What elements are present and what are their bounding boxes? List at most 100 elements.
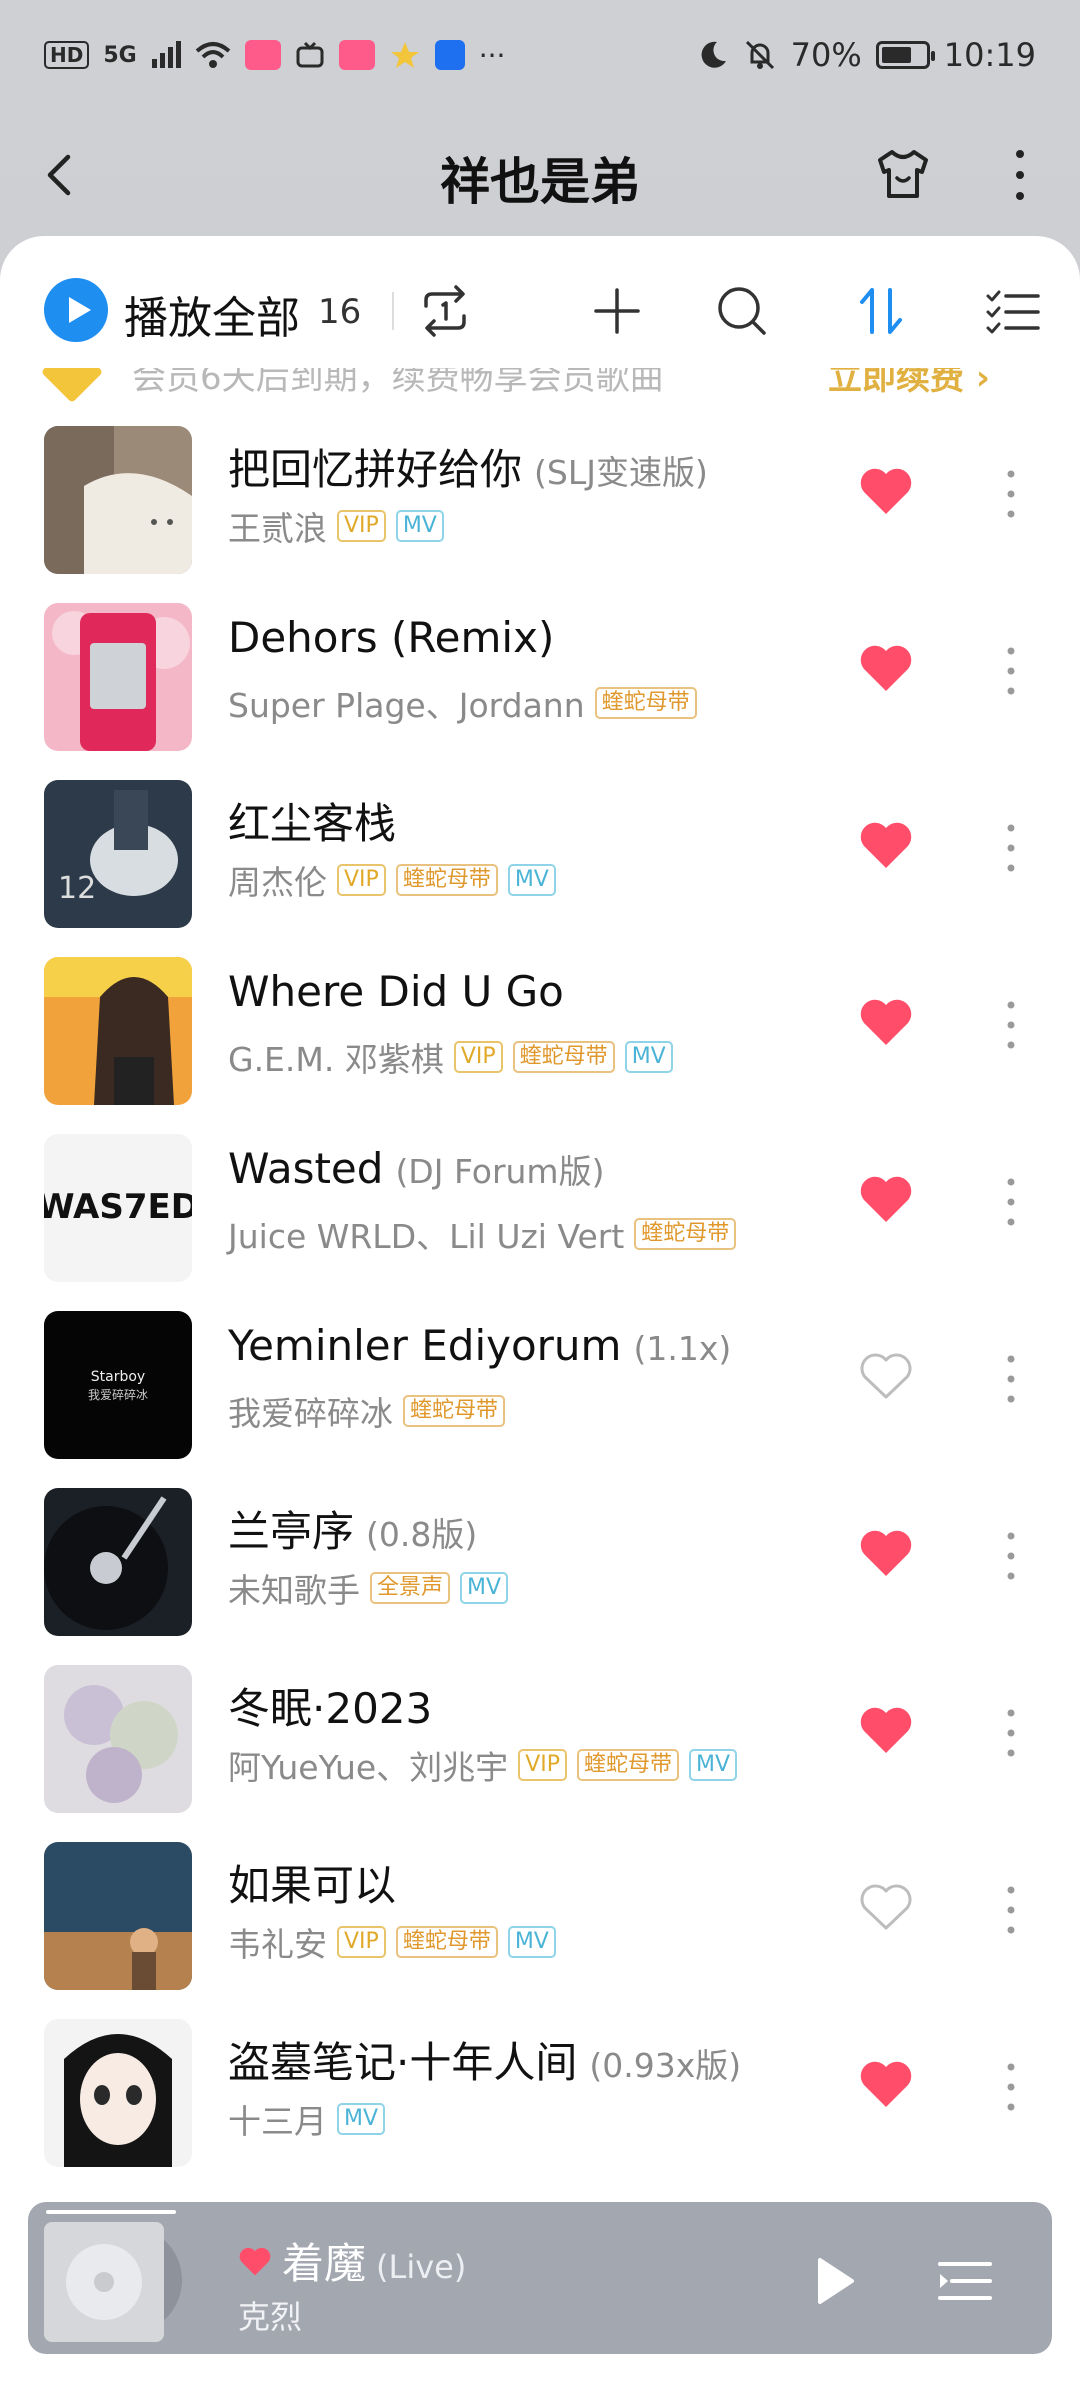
song-version: (1.1x) bbox=[633, 1329, 732, 1368]
song-count: 16 bbox=[318, 292, 362, 332]
song-title: Dehors (Remix) bbox=[228, 613, 555, 662]
song-row[interactable]: Starboy 我爱碎碎冰 Yeminler Ediyorum (1.1x) 我爱碎碎冰… bbox=[0, 1293, 1080, 1470]
liked-heart-icon[interactable] bbox=[858, 466, 914, 518]
song-cover-art[interactable] bbox=[44, 1842, 192, 1990]
play-all-button[interactable] bbox=[44, 278, 108, 342]
liked-heart-icon[interactable] bbox=[858, 1705, 914, 1757]
mv-badge[interactable]: MV bbox=[507, 864, 556, 896]
play-all-label[interactable]: 播放全部 bbox=[124, 282, 300, 346]
song-artist: 韦礼安 bbox=[228, 1925, 327, 1964]
status-bar: HD 5G ··· 70% 10:19 bbox=[0, 0, 1080, 110]
song-more-icon[interactable] bbox=[998, 1351, 1024, 1407]
heart-outline-icon[interactable] bbox=[858, 1351, 914, 1403]
cover-art-text: WAS7ED bbox=[44, 1187, 192, 1227]
status-right: 70% 10:19 bbox=[697, 36, 1036, 74]
skin-shirt-button[interactable] bbox=[870, 142, 936, 208]
song-cover-art[interactable] bbox=[44, 603, 192, 751]
song-title-line: 红尘客栈 bbox=[228, 790, 396, 851]
sort-icon[interactable] bbox=[846, 276, 916, 346]
song-cover-art[interactable] bbox=[44, 957, 192, 1105]
song-more-icon[interactable] bbox=[998, 997, 1024, 1053]
more-notifications-icon: ··· bbox=[478, 38, 506, 72]
song-more-icon[interactable] bbox=[998, 466, 1024, 522]
liked-heart-icon[interactable] bbox=[858, 2059, 914, 2111]
song-cover-art[interactable] bbox=[44, 426, 192, 574]
mv-badge[interactable]: MV bbox=[337, 2103, 386, 2135]
mini-title-line: 着魔 (Live) bbox=[238, 2230, 466, 2291]
play-queue-icon[interactable] bbox=[930, 2246, 1000, 2316]
song-cover-art[interactable] bbox=[44, 1488, 192, 1636]
repeat-mode-icon[interactable] bbox=[410, 276, 480, 346]
song-more-icon[interactable] bbox=[998, 643, 1024, 699]
song-title: Wasted bbox=[228, 1144, 384, 1193]
mv-badge[interactable]: MV bbox=[624, 1041, 673, 1073]
song-row[interactable]: Dehors (Remix) Super Plage、Jordann 蝰蛇母带 bbox=[0, 585, 1080, 762]
song-more-icon[interactable] bbox=[998, 820, 1024, 876]
song-cover-art[interactable]: WAS7ED bbox=[44, 1134, 192, 1282]
quality-badge: 蝰蛇母带 bbox=[577, 1749, 680, 1781]
search-icon[interactable] bbox=[707, 276, 777, 346]
song-artist: 阿YueYue、刘兆宇 bbox=[228, 1748, 509, 1787]
song-cover-art[interactable]: 12 bbox=[44, 780, 192, 928]
playlist-toolbar: 播放全部 16 bbox=[0, 236, 1080, 386]
mv-badge[interactable]: MV bbox=[689, 1749, 738, 1781]
song-title-line: 如果可以 bbox=[228, 1852, 396, 1913]
song-meta-line: Juice WRLD、Lil Uzi Vert 蝰蛇母带 bbox=[228, 1210, 737, 1258]
song-row[interactable]: Where Did U Go G.E.M. 邓紫棋 VIP 蝰蛇母带 MV bbox=[0, 939, 1080, 1116]
song-version: (0.8版) bbox=[366, 1515, 478, 1554]
liked-heart-icon[interactable] bbox=[238, 2246, 272, 2278]
quality-badge: 蝰蛇母带 bbox=[634, 1218, 737, 1250]
mini-cover-art[interactable] bbox=[44, 2222, 164, 2342]
song-version: (0.93x版) bbox=[589, 2046, 742, 2085]
vip-badge: VIP bbox=[337, 510, 386, 542]
song-artist: 我爱碎碎冰 bbox=[228, 1394, 393, 1433]
playlist-sheet: 播放全部 16 会员6天后到期，续费畅享会员歌曲 立即续费 › 把回忆拼好给你 … bbox=[0, 236, 1080, 2388]
song-title: Where Did U Go bbox=[228, 967, 564, 1016]
add-icon[interactable] bbox=[582, 276, 652, 346]
song-title: 兰亭序 bbox=[228, 1507, 355, 1556]
song-artist: 王贰浪 bbox=[228, 509, 327, 548]
app-notification-icon bbox=[244, 40, 281, 70]
song-row[interactable]: 如果可以 韦礼安 VIP 蝰蛇母带 MV bbox=[0, 1824, 1080, 2001]
toolbar-divider bbox=[392, 292, 394, 330]
song-row[interactable]: 盗墓笔记·十年人间 (0.93x版) 十三月 MV bbox=[0, 2001, 1080, 2178]
song-version: (DJ Forum版) bbox=[395, 1152, 605, 1191]
song-row[interactable]: WAS7ED Wasted (DJ Forum版) Juice WRLD、Lil Uz… bbox=[0, 1116, 1080, 1293]
song-more-icon[interactable] bbox=[998, 1174, 1024, 1230]
vip-diamond-icon bbox=[40, 368, 104, 404]
song-artist: Super Plage、Jordann bbox=[228, 686, 585, 725]
song-row[interactable]: 12 红尘客栈 周杰伦 VIP 蝰蛇母带 MV bbox=[0, 762, 1080, 939]
heart-outline-icon[interactable] bbox=[858, 1882, 914, 1934]
mv-badge[interactable]: MV bbox=[460, 1572, 509, 1604]
vip-renewal-banner[interactable]: 会员6天后到期，续费畅享会员歌曲 立即续费 › bbox=[0, 368, 1080, 408]
song-cover-art[interactable] bbox=[44, 1665, 192, 1813]
multi-select-icon[interactable] bbox=[978, 276, 1048, 346]
play-button[interactable] bbox=[798, 2246, 868, 2316]
mv-badge[interactable]: MV bbox=[507, 1926, 556, 1958]
song-more-icon[interactable] bbox=[998, 1882, 1024, 1938]
song-cover-art[interactable]: Starboy 我爱碎碎冰 bbox=[44, 1311, 192, 1459]
song-row[interactable]: 把回忆拼好给你 (SLJ变速版) 王贰浪 VIP MV bbox=[0, 408, 1080, 585]
song-more-icon[interactable] bbox=[998, 1705, 1024, 1761]
mv-badge[interactable]: MV bbox=[395, 510, 444, 542]
vip-banner-text: 会员6天后到期，续费畅享会员歌曲 bbox=[132, 368, 664, 398]
song-meta-line: 王贰浪 VIP MV bbox=[228, 502, 444, 550]
quality-badge: 蝰蛇母带 bbox=[395, 864, 498, 896]
more-options-button[interactable] bbox=[1000, 142, 1040, 208]
mini-player[interactable]: 着魔 (Live) 克烈 bbox=[28, 2202, 1052, 2354]
liked-heart-icon[interactable] bbox=[858, 1528, 914, 1580]
vip-renew-link[interactable]: 立即续费 › bbox=[828, 368, 990, 399]
song-more-icon[interactable] bbox=[998, 2059, 1024, 2115]
song-cover-art[interactable] bbox=[44, 2019, 192, 2167]
song-title-line: Dehors (Remix) bbox=[228, 613, 554, 662]
battery-percent: 70% bbox=[790, 36, 862, 74]
liked-heart-icon[interactable] bbox=[858, 643, 914, 695]
liked-heart-icon[interactable] bbox=[858, 1174, 914, 1226]
song-row[interactable]: 兰亭序 (0.8版) 未知歌手 全景声 MV bbox=[0, 1470, 1080, 1647]
mini-song-version: (Live) bbox=[376, 2248, 467, 2286]
liked-heart-icon[interactable] bbox=[858, 820, 914, 872]
signal-icon bbox=[151, 41, 181, 68]
song-row[interactable]: 冬眠·2023 阿YueYue、刘兆宇 VIP 蝰蛇母带 MV bbox=[0, 1647, 1080, 1824]
song-more-icon[interactable] bbox=[998, 1528, 1024, 1584]
liked-heart-icon[interactable] bbox=[858, 997, 914, 1049]
